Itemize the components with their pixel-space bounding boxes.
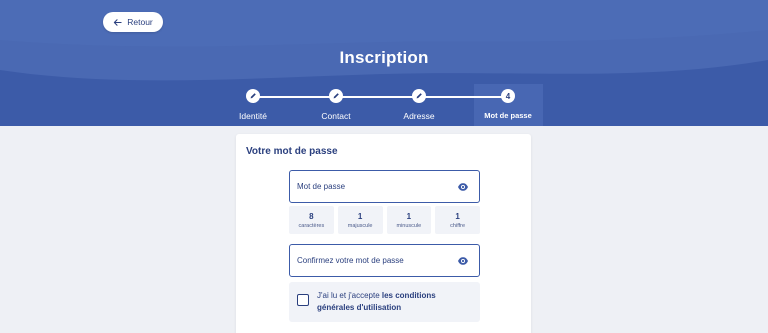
confirm-password-field[interactable]: Confirmez votre mot de passe <box>289 244 480 277</box>
terms-consent-box: J'ai lu et j'accepte les conditions géné… <box>289 282 480 322</box>
password-form-card: Votre mot de passe Mot de passe 8 caract… <box>236 134 531 333</box>
rule-lowercase-label: minuscule <box>396 222 422 229</box>
pencil-icon <box>416 93 422 99</box>
rule-lowercase: 1 minuscule <box>386 206 432 234</box>
rule-digit: 1 chiffre <box>435 206 480 234</box>
pencil-icon <box>250 93 256 99</box>
rule-length: 8 caractères <box>289 206 334 234</box>
back-button-label: Retour <box>127 17 153 27</box>
password-field-placeholder: Mot de passe <box>297 182 346 191</box>
stepper-line <box>253 96 508 98</box>
terms-text-prefix: J'ai lu et j'accepte <box>317 291 382 300</box>
back-button[interactable]: Retour <box>103 12 163 32</box>
rule-length-label: caractères <box>298 222 325 229</box>
rule-length-value: 8 <box>309 211 314 221</box>
rule-uppercase-label: majuscule <box>347 222 373 229</box>
step-3-indicator[interactable] <box>412 89 426 103</box>
arrow-left-icon <box>114 18 122 26</box>
step-label-mot-de-passe: Mot de passe <box>484 111 532 120</box>
terms-checkbox[interactable] <box>297 294 309 306</box>
eye-icon[interactable] <box>457 255 469 267</box>
section-title: Votre mot de passe <box>246 146 338 157</box>
step-label-identite[interactable]: Identité <box>239 111 267 121</box>
page-title: Inscription <box>339 48 429 67</box>
step-label-contact[interactable]: Contact <box>321 111 350 121</box>
rule-uppercase: 1 majuscule <box>337 206 383 234</box>
step-2-indicator[interactable] <box>329 89 343 103</box>
step-label-adresse[interactable]: Adresse <box>403 111 434 121</box>
terms-text: J'ai lu et j'accepte les conditions géné… <box>317 290 472 314</box>
confirm-password-placeholder: Confirmez votre mot de passe <box>297 256 404 265</box>
password-rules: 8 caractères 1 majuscule 1 minuscule 1 c… <box>289 206 480 234</box>
header-banner: Retour Inscription 4 Identité Contact Ad… <box>0 0 768 126</box>
step-1-indicator[interactable] <box>246 89 260 103</box>
rule-digit-label: chiffre <box>450 222 466 229</box>
eye-icon[interactable] <box>457 181 469 193</box>
pencil-icon <box>333 93 339 99</box>
step-4-indicator: 4 <box>501 89 515 103</box>
rule-digit-value: 1 <box>455 211 460 221</box>
rule-lowercase-value: 1 <box>406 211 412 221</box>
rule-uppercase-value: 1 <box>357 211 363 221</box>
password-field[interactable]: Mot de passe <box>289 170 480 203</box>
